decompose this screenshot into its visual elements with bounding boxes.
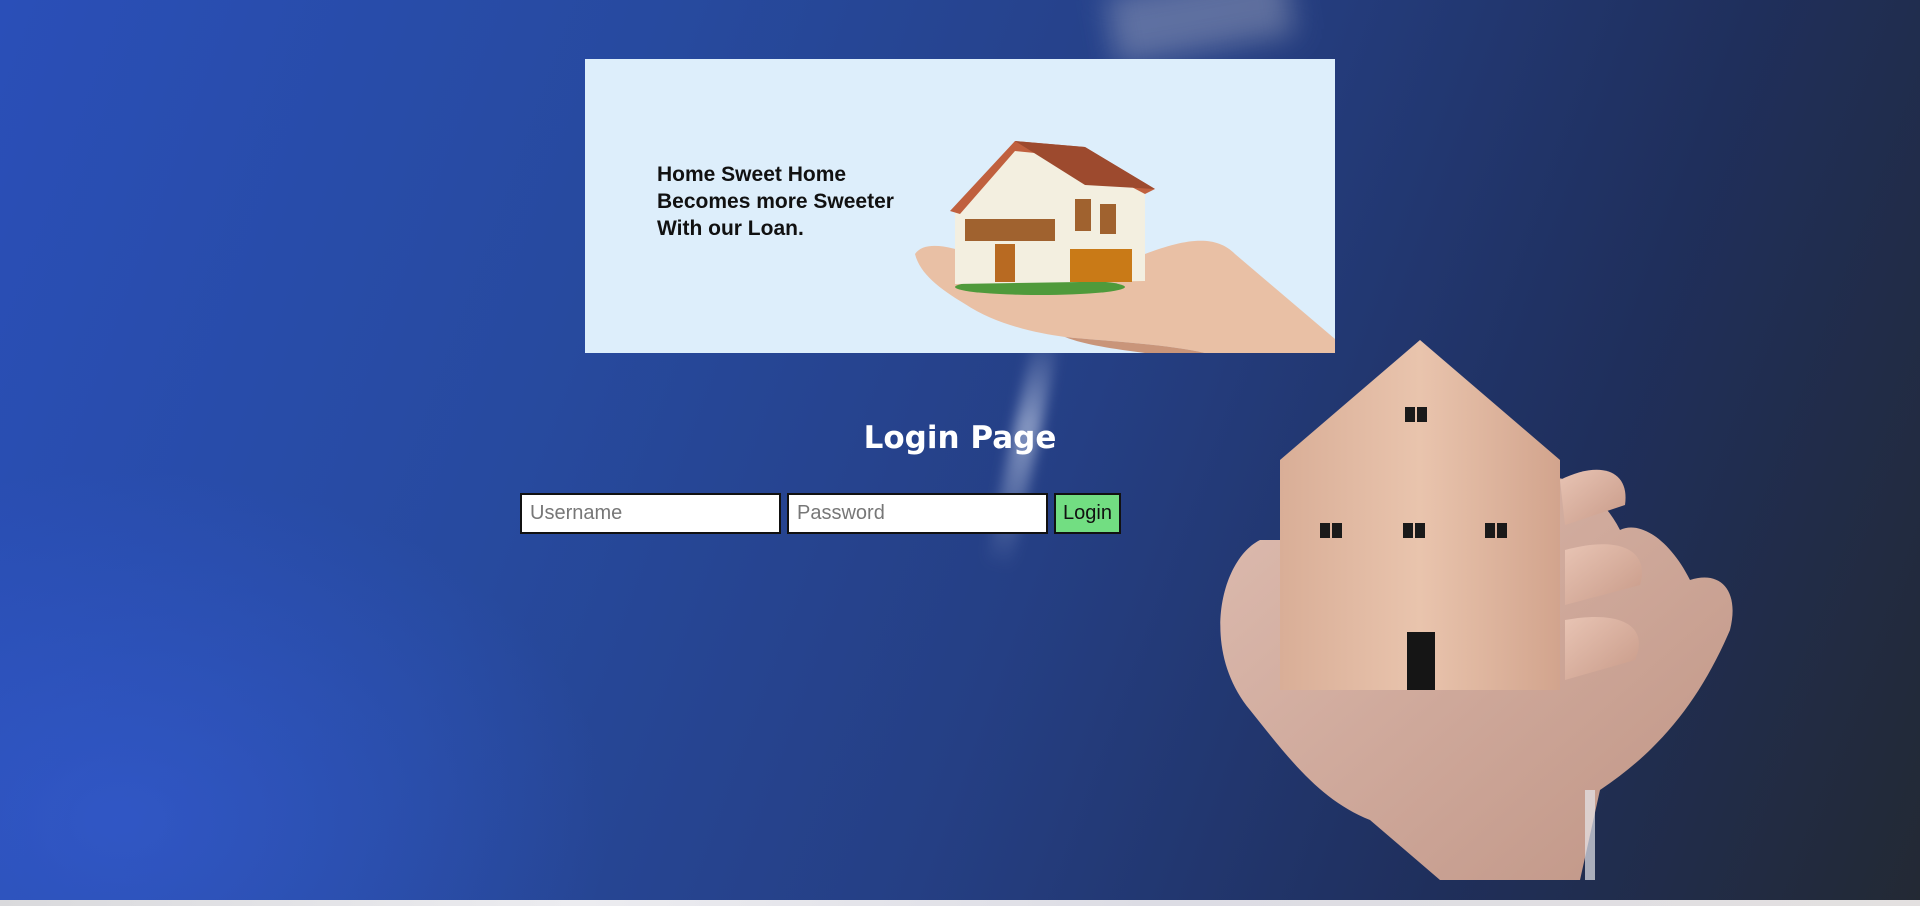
house-in-hand-illustration: [915, 141, 1335, 353]
background-streak: [1105, 0, 1295, 66]
promo-banner: Home Sweet Home Becomes more Sweeter Wit…: [585, 59, 1335, 353]
username-input[interactable]: [520, 493, 781, 534]
tagline-line: Becomes more Sweeter: [657, 190, 894, 213]
page-title: Login Page: [863, 420, 1057, 456]
banner-tagline: Home Sweet Home Becomes more Sweeter Wit…: [657, 161, 894, 242]
login-button[interactable]: Login: [1054, 493, 1121, 534]
bottom-edge-strip: [0, 900, 1920, 906]
tagline-line: With our Loan.: [657, 217, 804, 240]
password-input[interactable]: [787, 493, 1048, 534]
tagline-line: Home Sweet Home: [657, 163, 847, 186]
hand-holding-house-photo: [1220, 340, 1733, 880]
